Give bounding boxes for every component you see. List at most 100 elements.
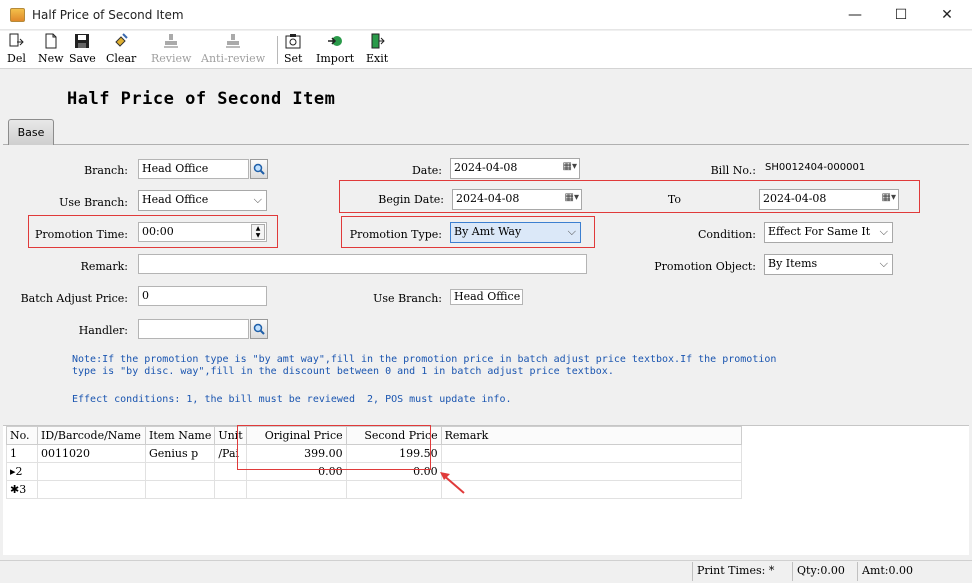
promotion-type-select[interactable]: By Amt Way ⌵ (450, 222, 581, 243)
del-button[interactable]: Del (7, 33, 26, 67)
cell-id[interactable] (37, 462, 146, 481)
promotion-time-field[interactable]: 00:00 ▲ ▼ (138, 222, 267, 242)
maximize-button[interactable]: ☐ (878, 0, 924, 30)
condition-select[interactable]: Effect For Same It ⌵ (764, 222, 893, 243)
cell-item-name[interactable]: Genius p (144, 444, 216, 463)
status-separator (792, 562, 793, 581)
cell-original-price[interactable] (245, 480, 347, 499)
use-branch-label: Use Branch: (59, 196, 128, 209)
remark-label: Remark: (80, 260, 128, 273)
clear-label: Clear (106, 52, 137, 65)
cell-unit[interactable] (214, 480, 247, 499)
row-number-cell: ✱3 (6, 480, 38, 499)
import-label: Import (316, 52, 355, 65)
remark-field[interactable] (138, 254, 587, 274)
date-label: Date: (411, 164, 442, 177)
review-stamp-icon (164, 34, 179, 48)
anti-review-label: Anti-review (201, 52, 266, 65)
print-times-status: Print Times: * (697, 564, 775, 577)
batch-adjust-price-field[interactable]: 0 (138, 286, 267, 306)
status-separator (857, 562, 858, 581)
handler-field[interactable] (138, 319, 249, 339)
cell-item-name[interactable] (144, 480, 216, 499)
maximize-icon: ☐ (894, 7, 908, 23)
review-label: Review (151, 52, 192, 65)
row-number: 1 (6, 444, 38, 463)
cell-id[interactable] (37, 480, 146, 499)
search-icon (253, 163, 265, 175)
app-icon (10, 8, 25, 22)
import-button[interactable]: Import (316, 33, 354, 67)
condition-value: Effect For Same It (768, 225, 871, 238)
begin-date-picker[interactable]: 2024-04-08 ▦▾ (452, 189, 582, 210)
clear-button[interactable]: Clear (106, 33, 136, 67)
col-id-barcode[interactable]: ID/Barcode/Name (37, 426, 146, 445)
promotion-object-value: By Items (768, 257, 818, 270)
broom-icon (115, 33, 128, 47)
use-branch-value: Head Office (142, 193, 209, 206)
to-date-value: 2024-04-08 (763, 192, 827, 205)
promotion-object-select[interactable]: By Items ⌵ (764, 254, 893, 275)
handler-search-button[interactable] (250, 319, 268, 339)
minimize-button[interactable]: — (832, 0, 878, 30)
note-line-1: Note:If the promotion type is "by amt wa… (72, 354, 777, 365)
note-line-3: Effect conditions: 1, the bill must be r… (72, 394, 512, 405)
chevron-down-icon: ⌵ (879, 257, 888, 270)
handler-label: Handler: (78, 324, 128, 337)
anti-review-button[interactable]: Anti-review (201, 33, 265, 67)
table-row[interactable]: ✱3 (6, 480, 742, 499)
save-button[interactable]: Save (69, 33, 96, 67)
chevron-down-icon: ⌵ (253, 193, 262, 206)
new-row-icon: ✱ (10, 483, 20, 496)
chevron-down-icon: ⌵ (567, 225, 576, 238)
begin-date-value: 2024-04-08 (456, 192, 520, 205)
tab-panel-border (3, 144, 969, 145)
price-columns-highlight (237, 425, 431, 470)
bill-no-label: Bill No.: (710, 164, 756, 177)
col-item-name[interactable]: Item Name (144, 426, 216, 445)
annotation-arrow-icon (440, 472, 465, 494)
chevron-down-icon: ⌵ (879, 225, 888, 238)
bill-no-value: SH0012404-000001 (765, 162, 866, 173)
row-number: 3 (19, 483, 27, 496)
note-line-2: type is "by disc. way",fill in the disco… (72, 366, 614, 377)
close-button[interactable]: ✕ (924, 0, 970, 30)
set-button[interactable]: Set (284, 33, 302, 67)
promotion-time-label: Promotion Time: (35, 228, 128, 241)
cell-item-name[interactable] (144, 462, 216, 481)
branch-field[interactable]: Head Office (138, 159, 249, 179)
col-remark[interactable]: Remark (440, 426, 742, 445)
branch-search-button[interactable] (250, 159, 268, 179)
import-icon (328, 36, 343, 46)
promotion-object-label: Promotion Object: (654, 260, 756, 273)
condition-label: Condition: (697, 228, 756, 241)
begin-date-label: Begin Date: (378, 193, 444, 206)
new-button[interactable]: New (38, 33, 64, 67)
review-button[interactable]: Review (151, 33, 191, 67)
cell-second-price[interactable] (345, 480, 442, 499)
time-spinner-icon[interactable]: ▲ ▼ (251, 224, 265, 240)
cell-remark[interactable] (440, 480, 742, 499)
date-picker[interactable]: 2024-04-08 ▦▾ (450, 158, 580, 179)
del-label: Del (7, 52, 26, 65)
branch-label: Branch: (84, 164, 128, 177)
anti-review-stamp-icon (226, 34, 241, 48)
calendar-dropdown-icon: ▦▾ (562, 161, 577, 172)
row-number-cell: ▸2 (6, 462, 38, 481)
new-document-icon (45, 33, 57, 49)
exit-button[interactable]: Exit (366, 33, 388, 67)
cell-id[interactable]: 0011020 (37, 444, 146, 463)
use-branch-2-label: Use Branch: (373, 292, 442, 305)
new-label: New (38, 52, 64, 65)
cell-remark[interactable] (440, 462, 742, 481)
to-label: To (667, 193, 681, 206)
tab-base[interactable]: Base (8, 119, 54, 145)
cell-remark[interactable] (440, 444, 742, 463)
to-date-picker[interactable]: 2024-04-08 ▦▾ (759, 189, 899, 210)
calendar-dropdown-icon: ▦▾ (564, 192, 579, 203)
qty-status: Qty:0.00 (797, 564, 845, 577)
use-branch-select[interactable]: Head Office ⌵ (138, 190, 267, 211)
col-no[interactable]: No. (6, 426, 38, 445)
row-number: 2 (15, 465, 23, 478)
calendar-dropdown-icon: ▦▾ (881, 192, 896, 203)
